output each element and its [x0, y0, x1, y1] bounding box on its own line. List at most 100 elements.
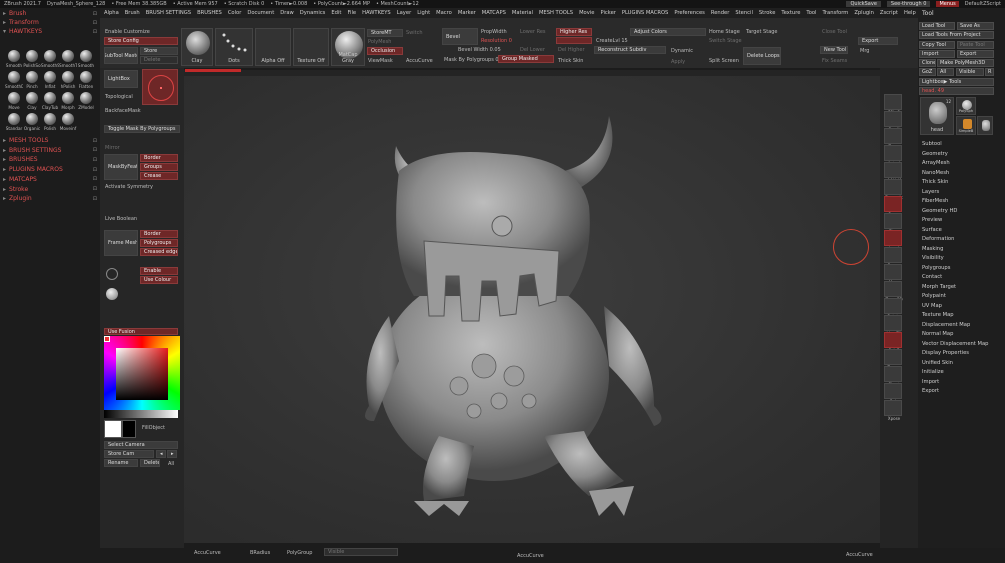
export-button-top[interactable]: Export [858, 37, 898, 45]
store-config-button[interactable]: Store Config [104, 37, 178, 45]
tool-sub-texture-map[interactable]: Texture Map [922, 311, 1004, 321]
mask-by-polygroups-slider[interactable]: Mask By Polygroups 0 [444, 57, 499, 63]
home-stage-button[interactable]: Home Stage [709, 29, 740, 35]
palette-hawtkeys[interactable]: ▾ HAWTKEYS ⊡ [3, 28, 97, 35]
tool-sub-display-properties[interactable]: Display Properties [922, 349, 1004, 359]
menu-brush-settings[interactable]: BRUSH SETTINGS [146, 10, 191, 16]
menu-zplugin[interactable]: Zplugin [854, 10, 874, 16]
palette-brush-settings[interactable]: ▸ BRUSH SETTINGS ⊡ [3, 147, 97, 154]
clone-button[interactable]: Clone [919, 59, 936, 67]
del-lower-button[interactable]: Del Lower [520, 47, 545, 53]
document-canvas[interactable] [184, 76, 880, 543]
shelf-actual-button[interactable] [884, 145, 902, 161]
delete-cam-button[interactable]: Delete [140, 459, 160, 467]
palette-mesh-tools[interactable]: ▸ MESH TOOLS ⊡ [3, 137, 97, 144]
all-button[interactable]: All [937, 68, 954, 76]
shelf-xpose-button[interactable] [884, 400, 902, 416]
reconstruct-subdiv-button[interactable]: Reconstruct Subdiv [594, 46, 666, 54]
menu-help[interactable]: Help [904, 10, 916, 16]
brush-moveinf[interactable]: Moveinf [59, 113, 77, 131]
lightbox-button[interactable]: LightBox [104, 70, 138, 88]
secondary-color-swatch[interactable] [122, 420, 136, 438]
brush-zmodel[interactable]: ZModel [77, 92, 95, 110]
brush-smooth[interactable]: Smooth [5, 50, 23, 68]
accucurve-button[interactable]: AccuCurve [406, 58, 433, 64]
shelf-transp-button[interactable] [884, 349, 902, 365]
group-masked-button[interactable]: Group Masked [498, 55, 554, 63]
brush-move[interactable]: Move [5, 92, 23, 110]
switch-stage-button[interactable]: Switch Stage [709, 38, 742, 44]
menu-matcaps[interactable]: MATCAPS [482, 10, 506, 16]
menu-transform[interactable]: Transform [823, 10, 849, 16]
load-tool-button[interactable]: Load Tool [919, 22, 955, 30]
shelf-polyf-button[interactable] [884, 332, 902, 348]
menu-light[interactable]: Light [417, 10, 430, 16]
visible-slider[interactable]: Visible [324, 548, 398, 556]
tool-sub-fibermesh[interactable]: FiberMesh [922, 197, 1004, 207]
fillobject-button[interactable]: FillObject [142, 425, 165, 431]
tool-thumb-head[interactable]: head 12 [920, 97, 954, 135]
menu-movie[interactable]: Movie [579, 10, 594, 16]
shelf-zoom3d-button[interactable] [884, 281, 902, 297]
tool-sub-layers[interactable]: Layers [922, 188, 1004, 198]
palette-plugins-macros[interactable]: ▸ PLUGINS MACROS ⊡ [3, 166, 97, 173]
brush-claytub[interactable]: ClayTub [41, 92, 59, 110]
switch-button[interactable]: Switch [406, 30, 423, 36]
make-polymesh-button[interactable]: Make PolyMesh3D [937, 59, 994, 67]
palette-brushes[interactable]: ▸ BRUSHES ⊡ [3, 156, 97, 163]
backface-mask-button[interactable]: BackfaceMask [105, 108, 141, 114]
adjust-colors-button[interactable]: Adjust Colors [630, 28, 706, 36]
tool-thumb-simplebrush[interactable]: SimpleB [956, 116, 976, 135]
accucurve-bottom-button-3[interactable]: AccuCurve [846, 552, 873, 558]
alpha-off-button[interactable]: Alpha Off [255, 28, 291, 66]
save-as-button[interactable]: Save As [957, 22, 994, 30]
tool-sub-normal-map[interactable]: Normal Map [922, 330, 1004, 340]
dynamesh-icon[interactable] [106, 268, 118, 280]
tool-sub-contact[interactable]: Contact [922, 273, 1004, 283]
menu-draw[interactable]: Draw [280, 10, 294, 16]
tool-palette-header[interactable]: Tool [918, 8, 1005, 18]
brush-flatten[interactable]: Flatten [77, 71, 95, 89]
material-matcap-gray[interactable]: MatCap Gray [331, 28, 365, 66]
goz-button[interactable]: GoZ [919, 68, 936, 76]
shelf-zoom-button[interactable] [884, 128, 902, 144]
tool-sub-masking[interactable]: Masking [922, 245, 1004, 255]
brush-inflat[interactable]: Inflat [41, 71, 59, 89]
apply-button[interactable]: Apply [671, 59, 685, 65]
quicksave-button[interactable]: QuickSave [846, 1, 881, 7]
store-cam-button[interactable]: Store Cam [104, 450, 154, 458]
menu-alpha[interactable]: Alpha [104, 10, 119, 16]
shelf-local-button[interactable] [884, 230, 902, 246]
brush-smooths[interactable]: SmoothS [41, 50, 59, 68]
shelf-ghost-button[interactable] [884, 366, 902, 382]
paste-tool-button[interactable]: Paste Tool [957, 41, 994, 49]
brush-smootht[interactable]: SmoothT [59, 50, 77, 68]
tool-sub-displacement-map[interactable]: Displacement Map [922, 321, 1004, 331]
menu-brushes[interactable]: BRUSHES [197, 10, 222, 16]
menu-picker[interactable]: Picker [600, 10, 615, 16]
menu-color[interactable]: Color [228, 10, 242, 16]
live-boolean-button[interactable]: Live Boolean [105, 216, 137, 222]
shelf-solo-button[interactable] [884, 383, 902, 399]
tool-sub-deformation[interactable]: Deformation [922, 235, 1004, 245]
mrg-button[interactable]: Mrg [860, 48, 869, 54]
thick-skin-button[interactable]: Thick Skin [558, 58, 583, 64]
menu-file[interactable]: File [347, 10, 356, 16]
mirror-button[interactable]: Mirror [105, 145, 120, 151]
brush-polish[interactable]: Polish [41, 113, 59, 131]
lightbox-tools-button[interactable]: Lightbox▶ Tools [919, 78, 994, 86]
menu-macro[interactable]: Macro [436, 10, 452, 16]
fix-seams-button[interactable]: Fix Seams [822, 58, 847, 64]
brush-morph[interactable]: Morph [59, 92, 77, 110]
shelf-line-fill-button[interactable] [884, 315, 902, 331]
cam-prev-button[interactable]: ◂ [156, 450, 166, 458]
tool-sub-nanomesh[interactable]: NanoMesh [922, 169, 1004, 179]
accucurve-bottom-button[interactable]: AccuCurve [194, 550, 221, 556]
mask-by-feature-button[interactable]: MaskByFeature [104, 154, 138, 180]
tool-thumb-polysphere[interactable]: PolySph [956, 97, 976, 115]
sphere-icon[interactable] [106, 288, 118, 300]
color-wheel[interactable] [104, 336, 180, 410]
tool-sub-preview[interactable]: Preview [922, 216, 1004, 226]
visible-button[interactable]: Visible [956, 68, 984, 76]
occlusion-button[interactable]: Occlusion [367, 47, 403, 55]
